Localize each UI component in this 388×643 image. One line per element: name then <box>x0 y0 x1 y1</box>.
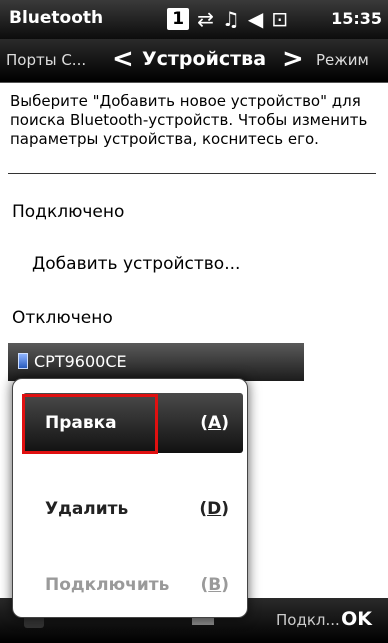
screen: Bluetooth 1 ⇄ ♫ ◀︎ ⊡ 15:35 Порты С... < … <box>0 0 388 643</box>
signal-icon: ♫ <box>221 7 240 31</box>
chevron-right-icon[interactable]: > <box>282 44 304 74</box>
status-icons: 1 ⇄ ♫ ◀︎ ⊡ <box>167 7 288 31</box>
highlight-box <box>22 394 158 454</box>
data-sync-icon: ⇄ <box>197 7 214 31</box>
disconnected-header: Отключено <box>12 308 113 328</box>
device-name: CPT9600CE <box>34 352 127 371</box>
menu-item-shortcut: (D) <box>199 499 229 519</box>
tab-header: Порты С... < Устройства > Режим <box>0 39 388 83</box>
tab-mode[interactable]: Режим <box>316 51 369 69</box>
menu-item-connect: Подключить (B) <box>23 555 243 615</box>
add-device-item[interactable]: Добавить устройство... <box>32 254 240 274</box>
device-item[interactable]: CPT9600CE <box>8 343 304 381</box>
battery-icon: ⊡ <box>271 7 288 31</box>
ok-button[interactable]: OK <box>341 608 372 630</box>
status-bar: Bluetooth 1 ⇄ ♫ ◀︎ ⊡ 15:35 <box>0 0 388 39</box>
clock: 15:35 <box>331 9 382 28</box>
tab-devices[interactable]: Устройства <box>142 48 266 70</box>
sim-icon: 1 <box>167 8 190 30</box>
divider <box>8 173 376 174</box>
connect-softkey[interactable]: Подкл... <box>276 611 340 629</box>
menu-item-label: Удалить <box>45 499 129 519</box>
app-title: Bluetooth <box>9 8 104 28</box>
chevron-left-icon[interactable]: < <box>112 44 134 74</box>
tab-ports[interactable]: Порты С... <box>6 51 86 69</box>
menu-item-shortcut: (A) <box>200 413 229 433</box>
menu-item-label: Подключить <box>45 575 170 595</box>
instructions-text: Выберите "Добавить новое устройство" для… <box>10 92 368 148</box>
connected-header: Подключено <box>12 202 125 222</box>
volume-icon: ◀︎ <box>247 7 264 31</box>
menu-item-delete[interactable]: Удалить (D) <box>23 479 243 539</box>
device-icon <box>18 353 28 369</box>
menu-item-shortcut: (B) <box>200 575 229 595</box>
